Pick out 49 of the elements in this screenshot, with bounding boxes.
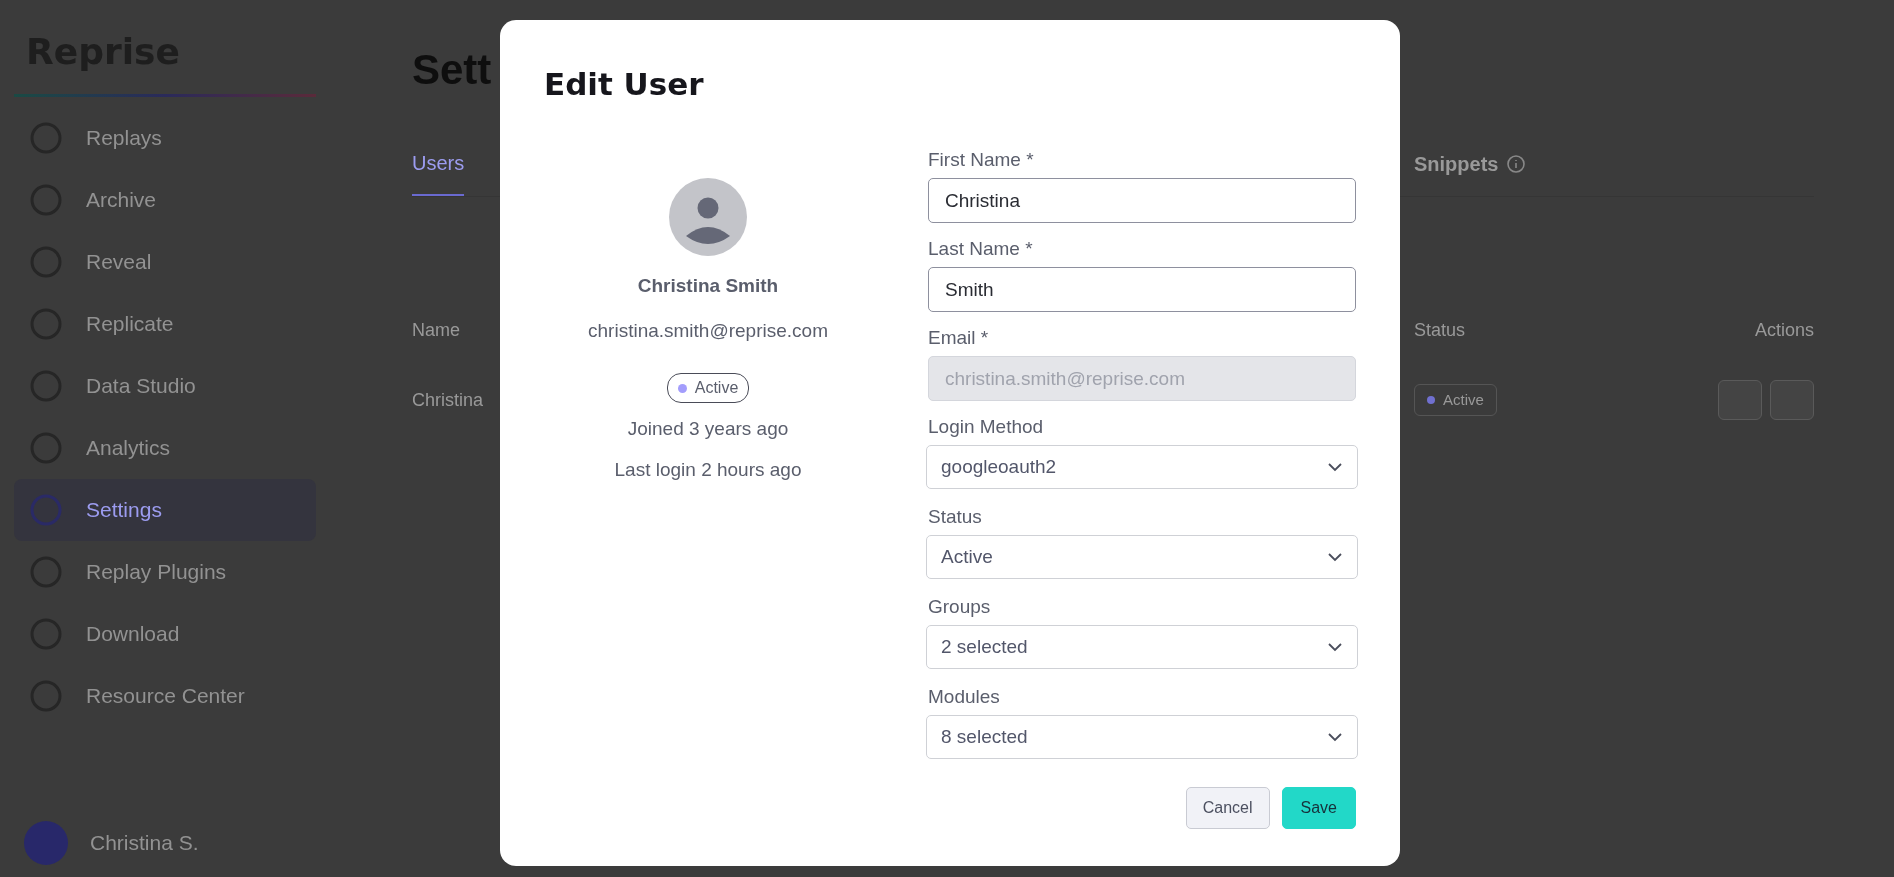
table-cell-text: Christina [412, 388, 484, 412]
dropdown[interactable]: googleoauth2 [926, 445, 1358, 489]
joined-text: Joined 3 years ago [627, 417, 789, 441]
user-email: christina.smith@reprise.com [588, 318, 828, 343]
chevron-down-icon [1327, 462, 1343, 472]
sidebar-item[interactable]: Replay Plugins [14, 541, 316, 603]
chevron-down-icon [1327, 642, 1343, 652]
dropdown[interactable]: 2 selected [926, 625, 1358, 669]
field-label: First Name * [928, 148, 1035, 172]
info-icon [1506, 154, 1527, 174]
sidebar-item[interactable]: Archive [14, 169, 316, 231]
dropdown[interactable]: Active [926, 535, 1358, 579]
chevron-down-icon [1327, 552, 1343, 562]
status-pill: Active [1414, 383, 1497, 417]
field-label: Status [928, 505, 983, 529]
edit-button[interactable] [1718, 380, 1762, 420]
avatar-circle [24, 821, 68, 865]
field-label: Groups [928, 595, 992, 619]
save-button[interactable]: Save [1281, 787, 1356, 829]
last-login-text: Last login 2 hours ago [614, 457, 802, 482]
field-label: Email * [928, 326, 990, 350]
sidebar-item[interactable]: Replicate [14, 293, 316, 355]
circle-icon [28, 492, 64, 528]
column-header: Actions [1754, 319, 1814, 342]
input-field[interactable]: Smith [928, 267, 1356, 312]
status-pill: Active [666, 373, 750, 403]
sidebar-item[interactable]: Reveal [14, 231, 316, 293]
sidebar-item[interactable]: Analytics [14, 417, 316, 479]
column-header: Name [412, 319, 460, 342]
user-name: Christina Smith [637, 274, 779, 298]
field-label: Login Method [928, 415, 1045, 439]
field-label: Last Name * [928, 237, 1034, 261]
user-menu[interactable]: Christina S. [14, 821, 316, 865]
avatar-silhouette-icon [669, 178, 747, 256]
modal-title: Edit User [544, 65, 705, 104]
chevron-down-icon [1327, 732, 1343, 742]
field-label: Modules [928, 685, 1001, 709]
sidebar-item[interactable]: Download [14, 603, 316, 665]
sidebar-item[interactable]: Data Studio [14, 355, 316, 417]
column-header: Status [1414, 319, 1466, 342]
sidebar-item[interactable]: Resource Center [14, 665, 316, 727]
sidebar-item[interactable]: Replays [14, 107, 316, 169]
tab[interactable]: Users [412, 140, 465, 196]
cancel-button[interactable]: Cancel [1185, 787, 1270, 829]
sidebar-item[interactable]: Settings [14, 479, 316, 541]
tab[interactable]: Snippets [1414, 141, 1499, 195]
delete-button[interactable] [1770, 380, 1814, 420]
input-field[interactable]: Christina [928, 178, 1356, 223]
dropdown[interactable]: 8 selected [926, 715, 1358, 759]
